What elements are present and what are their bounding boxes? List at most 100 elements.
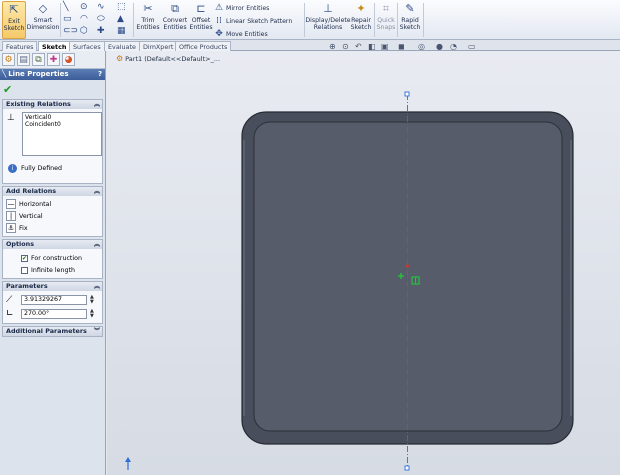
slot-tool-icon[interactable]: ⊂⊃ <box>63 26 78 36</box>
options-header[interactable]: Options ︽ <box>3 240 102 249</box>
panel-tabs: ⚙ ▤ ⧉ ✚ ◕ <box>0 51 105 69</box>
add-relations-header[interactable]: Add Relations ︽ <box>3 187 102 196</box>
angle-spinner[interactable]: ▲ ▼ <box>90 309 94 319</box>
tab-surfaces[interactable]: Surfaces <box>69 41 105 51</box>
mirror-label: Mirror Entities <box>226 4 270 12</box>
convert-sketch-icon[interactable]: ⬚ <box>117 2 126 12</box>
rectangle-tool-icon[interactable]: ▭ <box>63 14 72 24</box>
quick-snaps-label-1: Quick <box>377 17 395 24</box>
view-orientation-icon[interactable]: ▣ <box>381 42 389 51</box>
feature-manager-tab-icon[interactable]: ⚙ <box>2 53 15 66</box>
tab-evaluate[interactable]: Evaluate <box>104 41 140 51</box>
tab-features[interactable]: Features <box>2 41 38 51</box>
relation-fix-button[interactable]: ⚓ Fix <box>6 222 99 234</box>
zoom-to-fit-icon[interactable]: ⊕ <box>329 42 336 51</box>
trim-label-2: Entities <box>136 24 160 31</box>
configuration-manager-tab-icon[interactable]: ⧉ <box>32 53 45 66</box>
hide-show-icon[interactable]: ◎ <box>418 42 425 51</box>
ribbon-separator <box>397 3 398 37</box>
plane-tool-icon[interactable]: ▦ <box>117 26 126 36</box>
relation-label: Vertical <box>19 212 43 220</box>
existing-relations-section: Existing Relations ︽ ⊥ Vertical0 Coincid… <box>2 99 103 184</box>
ribbon-separator <box>133 3 134 37</box>
offset-entities-button[interactable]: ⊏ Offset Entities <box>189 1 212 39</box>
smart-dimension-button[interactable]: ◇ Smart Dimension <box>26 1 60 39</box>
relation-label: Horizontal <box>19 200 52 208</box>
scene-icon[interactable]: ◔ <box>450 42 457 51</box>
display-manager-tab-icon[interactable]: ◕ <box>62 53 75 66</box>
tab-office-products[interactable]: Office Products <box>175 41 232 51</box>
relations-list[interactable]: Vertical0 Coincident0 <box>22 112 102 156</box>
text-tool-icon[interactable]: ▲ <box>117 14 124 24</box>
repair-label-1: Repair <box>351 17 371 24</box>
add-relations-section: Add Relations ︽ — Horizontal | Vertical … <box>2 186 103 237</box>
spline-tool-icon[interactable]: ∿ <box>97 2 105 12</box>
trim-icon: ✂ <box>143 1 153 15</box>
line-properties-icon: ╲ <box>2 70 7 78</box>
tab-sketch[interactable]: Sketch <box>38 41 71 51</box>
display-style-icon[interactable]: ◼ <box>398 42 405 51</box>
relations-icon: ⊥ <box>7 113 15 123</box>
infinite-length-checkbox[interactable] <box>21 266 28 274</box>
rapid-sketch-label-2: Sketch <box>399 24 421 31</box>
command-manager-tabs: Features Sketch Surfaces Evaluate DimXpe… <box>0 40 620 51</box>
relation-vertical-button[interactable]: | Vertical <box>6 210 99 222</box>
move-entities-button[interactable]: ✥ Move Entities <box>214 29 268 39</box>
ellipse-tool-icon[interactable]: ⬭ <box>97 14 105 24</box>
length-input[interactable]: 3.91329267 <box>21 295 87 305</box>
section-view-icon[interactable]: ◧ <box>368 42 376 51</box>
smart-dimension-label-1: Smart <box>33 17 53 24</box>
angle-input[interactable]: 270.00° <box>21 309 87 319</box>
relation-label: Fix <box>19 224 28 232</box>
zoom-area-icon[interactable]: ⊙ <box>342 42 349 51</box>
line-tool-icon[interactable]: ╲ <box>63 2 68 12</box>
tab-dimxpert[interactable]: DimXpert <box>139 41 178 51</box>
trim-entities-button[interactable]: ✂ Trim Entities <box>136 1 160 39</box>
circle-tool-icon[interactable]: ⊙ <box>80 2 88 12</box>
exit-sketch-label-1: Exit <box>8 18 20 25</box>
help-icon[interactable]: ? <box>98 69 102 80</box>
parameters-header[interactable]: Parameters ︽ <box>3 282 102 291</box>
linear-pattern-button[interactable]: ⁞⁞ Linear Sketch Pattern <box>214 16 292 26</box>
point-tool-icon[interactable]: ✚ <box>97 26 105 36</box>
repair-sketch-button[interactable]: ✦ Repair Sketch <box>350 1 372 39</box>
existing-relations-header[interactable]: Existing Relations ︽ <box>3 100 102 109</box>
mirror-entities-button[interactable]: ⚠ Mirror Entities <box>214 3 269 13</box>
command-manager: ⇱ Exit Sketch ◇ Smart Dimension ╲ ⊙ ∿ ⬚ … <box>0 0 620 40</box>
dimxpert-manager-tab-icon[interactable]: ✚ <box>47 53 60 66</box>
view-settings-icon[interactable]: ▭ <box>468 42 476 51</box>
arc-tool-icon[interactable]: ◠ <box>80 14 88 24</box>
graphics-area[interactable] <box>107 51 620 475</box>
part-icon: ⚙ <box>116 54 124 63</box>
linear-pattern-label: Linear Sketch Pattern <box>226 17 293 25</box>
add-relations-title: Add Relations <box>6 187 57 195</box>
horizontal-icon: — <box>6 199 16 209</box>
relation-item[interactable]: Vertical0 <box>25 114 99 121</box>
smart-dimension-icon: ◇ <box>38 1 48 15</box>
for-construction-checkbox[interactable]: ✔ <box>21 254 28 262</box>
repair-sketch-icon: ✦ <box>356 1 366 15</box>
length-spinner[interactable]: ▲ ▼ <box>90 295 94 305</box>
additional-parameters-title: Additional Parameters <box>6 327 87 335</box>
appearance-icon[interactable]: ● <box>436 42 443 51</box>
quick-snaps-icon: ⌗ <box>382 1 390 15</box>
quick-snaps-button[interactable]: ⌗ Quick Snaps <box>376 1 396 39</box>
convert-entities-button[interactable]: ⧉ Convert Entities <box>162 1 188 39</box>
additional-parameters-header[interactable]: Additional Parameters ︾ <box>3 327 102 336</box>
display-delete-relations-button[interactable]: ⊥ Display/Delete Relations <box>305 1 350 39</box>
polygon-tool-icon[interactable]: ⬡ <box>80 26 88 36</box>
move-label: Move Entities <box>226 30 268 38</box>
property-manager-tab-icon[interactable]: ▤ <box>17 53 30 66</box>
exit-sketch-button[interactable]: ⇱ Exit Sketch <box>2 1 26 39</box>
infinite-length-label: Infinite length <box>31 266 75 274</box>
rapid-sketch-button[interactable]: ✎ Rapid Sketch <box>399 1 421 39</box>
previous-view-icon[interactable]: ↶ <box>355 42 362 51</box>
smart-dimension-label-2: Dimension <box>26 24 60 31</box>
feature-tree-flyout[interactable]: ⚙ Part1 (Default<<Default>_... <box>116 54 220 63</box>
relation-horizontal-button[interactable]: — Horizontal <box>6 198 99 210</box>
ok-button[interactable]: ✔ <box>3 83 12 96</box>
rapid-sketch-icon: ✎ <box>405 1 415 15</box>
collapse-chevron-icon: ︽ <box>93 283 100 290</box>
relation-item[interactable]: Coincident0 <box>25 121 99 128</box>
convert-label-2: Entities <box>163 24 187 31</box>
